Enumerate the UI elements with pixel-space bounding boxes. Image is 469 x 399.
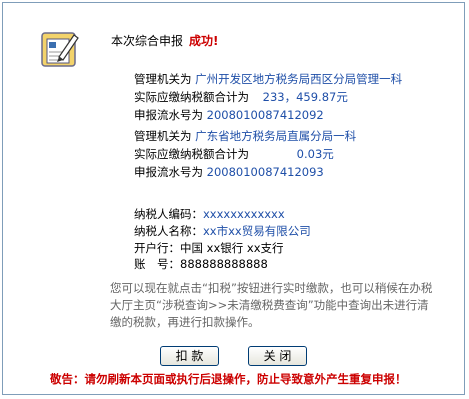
serial-value: 2008010087412092	[206, 108, 324, 122]
close-button[interactable]: 关 闭	[248, 346, 307, 366]
account-row: 账 号：888888888888	[134, 256, 268, 272]
tax-value: 233，459.87元	[262, 90, 348, 104]
taxpayer-id-value: xxxxxxxxxxxx	[203, 207, 285, 221]
warning-text: 敬告：请勿刷新本页面或执行后退操作，防止导致意外产生重复申报！	[50, 372, 407, 386]
record-1-serial: 申报流水号为 2008010087412092	[134, 107, 324, 123]
authority-value: 广州开发区地方税务局西区分局管理一科	[195, 72, 403, 86]
result-header: 本次综合申报 成功!	[111, 32, 219, 49]
instruction-note: 您可以现在就点击“扣税”按钮进行实时缴款，也可以稍候在办税大厅主页“涉税查询>>…	[110, 281, 433, 329]
tax-label: 实际应缴纳税额合计为	[134, 147, 249, 161]
authority-label: 管理机关为	[134, 129, 192, 143]
record-1-tax: 实际应缴纳税额合计为 233，459.87元	[134, 89, 348, 105]
result-title: 本次综合申报	[111, 34, 184, 48]
taxpayer-id-row: 纳税人编码：xxxxxxxxxxxx	[134, 206, 285, 222]
tax-value: 0.03元	[296, 147, 334, 161]
authority-label: 管理机关为	[134, 72, 192, 86]
edit-form-icon	[41, 30, 81, 70]
bank-label: 开户行：	[134, 241, 180, 255]
result-dialog: 本次综合申报 成功! 管理机关为 广州开发区地方税务局西区分局管理一科 实际应缴纳…	[2, 2, 465, 395]
record-2-serial: 申报流水号为 2008010087412093	[134, 164, 324, 180]
bank-row: 开户行：中国 xx银行 xx支行	[134, 240, 284, 256]
result-status: 成功!	[189, 34, 219, 48]
taxpayer-name-value: xx市xx贸易有限公司	[203, 224, 311, 238]
bank-value: 中国 xx银行 xx支行	[180, 241, 284, 255]
taxpayer-id-label: 纳税人编码：	[134, 207, 203, 221]
authority-value: 广东省地方税务局直属分局一科	[195, 129, 357, 143]
serial-label: 申报流水号为	[134, 165, 203, 179]
serial-label: 申报流水号为	[134, 108, 203, 122]
record-2-authority: 管理机关为 广东省地方税务局直属分局一科	[134, 128, 356, 144]
account-label: 账 号：	[134, 257, 180, 271]
account-value: 888888888888	[180, 257, 268, 271]
taxpayer-name-label: 纳税人名称：	[134, 224, 203, 238]
tax-label: 实际应缴纳税额合计为	[134, 90, 249, 104]
pay-button[interactable]: 扣 款	[160, 346, 219, 366]
record-2-tax: 实际应缴纳税额合计为 0.03元	[134, 146, 334, 162]
record-1-authority: 管理机关为 广州开发区地方税务局西区分局管理一科	[134, 71, 402, 87]
taxpayer-name-row: 纳税人名称：xx市xx贸易有限公司	[134, 223, 311, 239]
serial-value: 2008010087412093	[206, 165, 324, 179]
